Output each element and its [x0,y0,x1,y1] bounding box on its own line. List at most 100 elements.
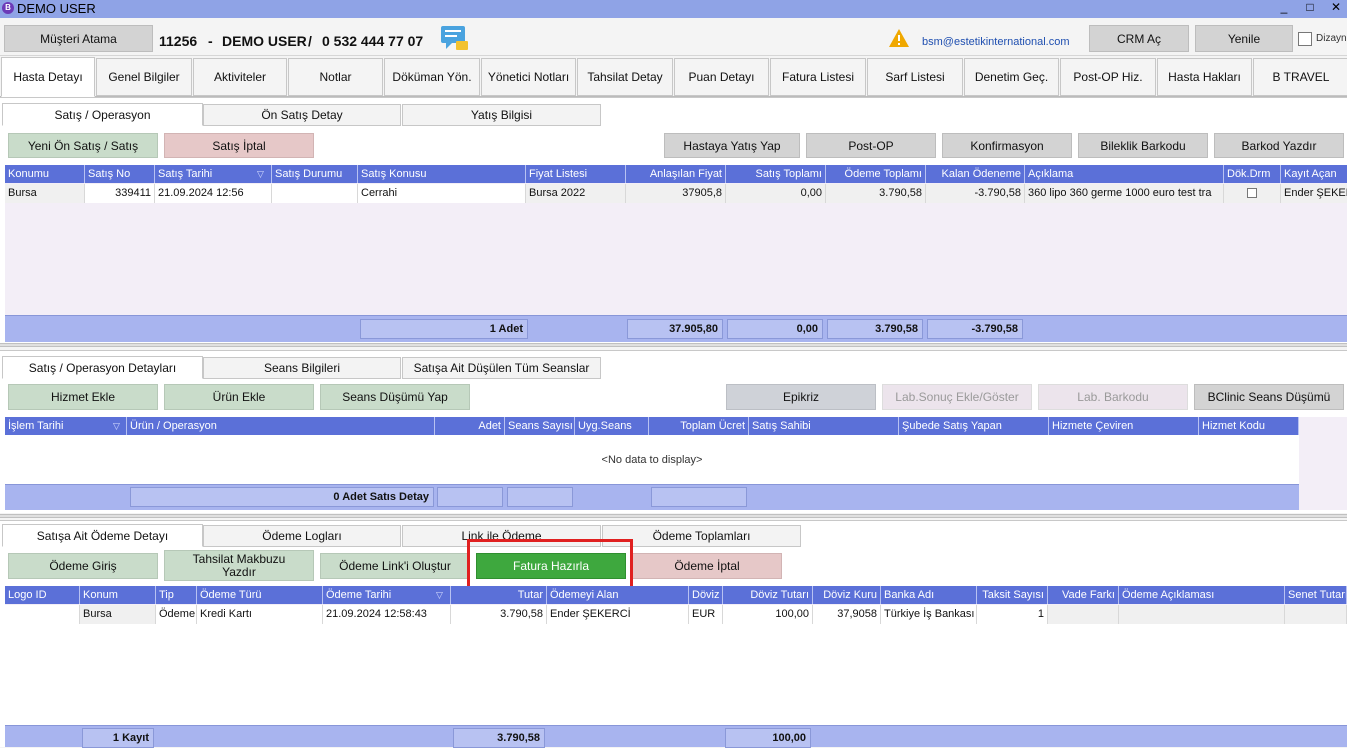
col-odeme-aciklamasi[interactable]: Ödeme Açıklaması [1119,586,1285,604]
filter-icon[interactable]: ▽ [436,590,447,601]
col-urun-operasyon[interactable]: Ürün / Operasyon [127,417,435,435]
col-aciklama[interactable]: Açıklama [1025,165,1224,183]
tab-sales-operation[interactable]: Satış / Operasyon [2,103,203,126]
prepare-invoice-button[interactable]: Fatura Hazırla [476,553,626,579]
design-checkbox[interactable] [1298,32,1312,46]
bracelet-barcode-button[interactable]: Bileklik Barkodu [1078,133,1208,158]
table-row[interactable]: Bursa Ödeme Kredi Kartı 21.09.2024 12:58… [5,605,1347,624]
col-doviz-kuru[interactable]: Döviz Kuru [813,586,881,604]
col-kayit-acan[interactable]: Kayıt Açan [1281,165,1347,183]
tab-pre-sale-detail[interactable]: Ön Satış Detay [203,104,401,126]
col-tutar[interactable]: Tutar [451,586,547,604]
session-drop-button[interactable]: Seans Düşümü Yap [320,384,470,410]
col-senet-tutari[interactable]: Senet Tutarı [1285,586,1347,604]
tab-session-info[interactable]: Seans Bilgileri [203,357,401,379]
col-odemeyi-alan[interactable]: Ödemeyi Alan [547,586,689,604]
tab-hasta-haklar[interactable]: Hasta Hakları [1157,58,1252,96]
tab-hasta-detay[interactable]: Hasta Detayı [1,57,95,97]
crm-open-button[interactable]: CRM Aç [1089,25,1189,52]
sale-cancel-button[interactable]: Satış İptal [164,133,314,158]
col-adet[interactable]: Adet [435,417,505,435]
col-seans-sayisi[interactable]: Seans Sayısı [505,417,575,435]
admit-patient-button[interactable]: Hastaya Yatış Yap [664,133,800,158]
customer-assign-button[interactable]: Müşteri Atama [4,25,153,52]
dok-drm-checkbox[interactable] [1247,188,1257,199]
tab-all-sessions[interactable]: Satışa Ait Düşülen Tüm Seanslar [402,357,601,379]
col-konum[interactable]: Konum [80,586,156,604]
cell-vade-farki [1048,605,1119,624]
col-odeme-toplami[interactable]: Ödeme Toplamı [826,165,926,183]
filter-icon[interactable]: ▽ [113,421,124,432]
details-grid-header: İşlem Tarihi ▽ Ürün / Operasyon Adet Sea… [5,417,1299,435]
tab-payment-totals[interactable]: Ödeme Toplamları [602,525,801,547]
col-odeme-turu[interactable]: Ödeme Türü [197,586,323,604]
minimize-button[interactable]: _ [1272,0,1296,16]
col-taksit-sayisi[interactable]: Taksit Sayısı [977,586,1048,604]
warning-icon[interactable] [888,28,910,48]
col-hizmete-ceviren[interactable]: Hizmete Çeviren [1049,417,1199,435]
create-payment-link-button[interactable]: Ödeme Link'i Oluştur [320,553,470,579]
splitter[interactable] [0,514,1347,518]
tab-admission-info[interactable]: Yatış Bilgisi [402,104,601,126]
tab-link-payment[interactable]: Link ile Ödeme [402,525,601,547]
table-row[interactable]: Bursa 339411 21.09.2024 12:56 Cerrahi Bu… [5,184,1347,203]
tab-sale-details[interactable]: Satış / Operasyon Detayları [2,356,203,379]
col-doviz[interactable]: Döviz [689,586,723,604]
bclinic-session-button[interactable]: BClinic Seans Düşümü [1194,384,1344,410]
email-link[interactable]: bsm@estetikinternational.com [922,36,1070,48]
add-product-button[interactable]: Ürün Ekle [164,384,314,410]
col-satis-konusu[interactable]: Satış Konusu [358,165,526,183]
cell-tarih: 21.09.2024 12:56 [155,184,272,203]
tab-fatura-listesi[interactable]: Fatura Listesi [770,58,866,96]
print-barcode-button[interactable]: Barkod Yazdır [1214,133,1344,158]
tab-sarf-listesi[interactable]: Sarf Listesi [867,58,963,96]
tab-d-k-man-y-n[interactable]: Döküman Yön. [384,58,480,96]
tab-post-op-hiz[interactable]: Post-OP Hiz. [1060,58,1156,96]
col-toplam-ucret[interactable]: Toplam Ücret [649,417,749,435]
tab-payment-logs[interactable]: Ödeme Logları [203,525,401,547]
col-satis-tarihi[interactable]: Satış Tarihi [155,165,272,183]
col-konumu[interactable]: Konumu [5,165,85,183]
confirmation-button[interactable]: Konfirmasyon [942,133,1072,158]
new-sale-button[interactable]: Yeni Ön Satış / Satış [8,133,158,158]
col-satis-toplami[interactable]: Satış Toplamı [726,165,826,183]
tab-aktiviteler[interactable]: Aktiviteler [193,58,287,96]
maximize-button[interactable]: □ [1298,0,1322,16]
tab-denetim-ge[interactable]: Denetim Geç. [964,58,1059,96]
col-kalan-odeme[interactable]: Kalan Ödeneme [926,165,1025,183]
col-satis-no[interactable]: Satış No [85,165,155,183]
tab-puan-detay[interactable]: Puan Detayı [674,58,769,96]
col-banka-adi[interactable]: Banka Adı [881,586,977,604]
col-tip[interactable]: Tip [156,586,197,604]
print-receipt-button[interactable]: Tahsilat Makbuzu Yazdır [164,550,314,581]
tab-tahsilat-detay[interactable]: Tahsilat Detay [577,58,673,96]
col-odeme-tarihi[interactable]: Ödeme Tarihi [323,586,451,604]
col-uyg-seans[interactable]: Uyg.Seans [575,417,649,435]
refresh-button[interactable]: Yenile [1195,25,1293,52]
col-islem-tarihi[interactable]: İşlem Tarihi [5,417,127,435]
col-anlasilan-fiyat[interactable]: Anlaşılan Fiyat [626,165,726,183]
payment-entry-button[interactable]: Ödeme Giriş [8,553,158,579]
col-satis-durumu[interactable]: Satış Durumu [272,165,358,183]
col-vade-farki[interactable]: Vade Farkı [1048,586,1119,604]
col-logo-id[interactable]: Logo ID [5,586,80,604]
filter-icon[interactable]: ▽ [257,169,268,180]
splitter[interactable] [0,343,1347,347]
tab-genel-bilgiler[interactable]: Genel Bilgiler [96,58,192,96]
add-service-button[interactable]: Hizmet Ekle [8,384,158,410]
col-fiyat-listesi[interactable]: Fiyat Listesi [526,165,626,183]
col-dok-drm[interactable]: Dök.Drm [1224,165,1281,183]
post-op-button[interactable]: Post-OP [806,133,936,158]
col-satis-sahibi[interactable]: Satış Sahibi [749,417,899,435]
close-button[interactable]: ✕ [1324,0,1347,16]
message-icon[interactable] [440,25,468,51]
col-subede-satis[interactable]: Şubede Satış Yapan [899,417,1049,435]
tab-y-netici-notlar[interactable]: Yönetici Notları [481,58,576,96]
col-doviz-tutari[interactable]: Döviz Tutarı [723,586,813,604]
tab-b-travel[interactable]: B TRAVEL [1253,58,1347,96]
tab-notlar[interactable]: Notlar [288,58,383,96]
tab-payment-detail[interactable]: Satışa Ait Ödeme Detayı [2,524,203,547]
epikriz-button[interactable]: Epikriz [726,384,876,410]
col-hizmet-kodu[interactable]: Hizmet Kodu [1199,417,1299,435]
payment-cancel-button[interactable]: Ödeme İptal [632,553,782,579]
